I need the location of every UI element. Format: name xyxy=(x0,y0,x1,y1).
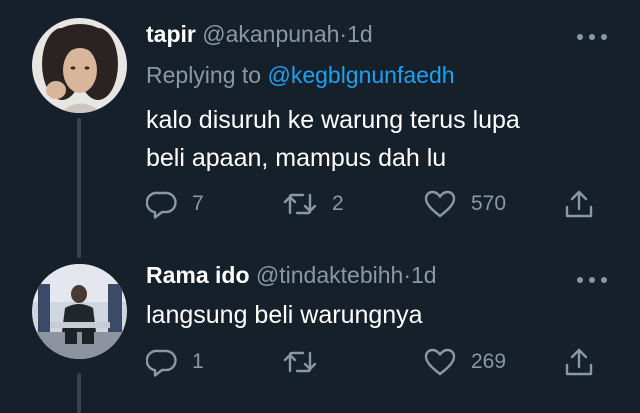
timestamp[interactable]: 1d xyxy=(411,262,437,288)
reply-icon xyxy=(146,346,178,378)
display-name[interactable]: Rama ido xyxy=(146,262,250,288)
tweet-text: kalo disuruh ke warung terus lupa beli a… xyxy=(146,101,616,177)
replying-to-label: Replying to xyxy=(146,62,262,88)
share-button[interactable] xyxy=(563,344,595,380)
user-handle[interactable]: @tindaktebihh xyxy=(256,262,403,288)
reply-button[interactable]: 7 xyxy=(146,186,204,222)
retweet-button[interactable]: 2 xyxy=(282,186,344,222)
tweet-text: langsung beli warungnya xyxy=(146,296,616,334)
like-count: 269 xyxy=(471,350,507,373)
separator-dot: · xyxy=(403,262,411,288)
tweet[interactable]: Rama ido @tindaktebihh·1d langsung beli … xyxy=(0,252,640,413)
share-button[interactable] xyxy=(563,186,595,222)
like-button[interactable]: 269 xyxy=(423,344,506,380)
avatar[interactable] xyxy=(32,18,127,113)
replying-to: Replying to @kegblgnunfaedh xyxy=(146,60,455,90)
reply-icon xyxy=(146,188,178,220)
user-handle[interactable]: @akanpunah xyxy=(202,21,339,47)
like-count: 570 xyxy=(471,192,507,215)
reply-button[interactable]: 1 xyxy=(146,344,204,380)
retweet-count: 2 xyxy=(332,192,344,215)
display-name[interactable]: tapir xyxy=(146,21,196,47)
separator-dot: · xyxy=(339,21,348,47)
action-bar: 1 269 xyxy=(0,344,640,380)
heart-icon xyxy=(423,346,457,378)
like-button[interactable]: 570 xyxy=(423,186,506,222)
share-icon xyxy=(563,346,595,378)
more-icon[interactable] xyxy=(575,29,609,40)
tweet-header: Rama ido @tindaktebihh·1d xyxy=(146,260,437,290)
heart-icon xyxy=(423,188,457,220)
tweet-text-line: langsung beli warungnya xyxy=(146,301,423,329)
share-icon xyxy=(563,188,595,220)
more-icon[interactable] xyxy=(575,272,609,283)
timestamp[interactable]: 1d xyxy=(347,21,373,47)
action-bar: 7 2 570 xyxy=(0,186,640,222)
retweet-icon xyxy=(282,188,318,220)
retweet-icon xyxy=(282,346,318,378)
reply-count: 1 xyxy=(192,350,204,373)
tweet-text-line: beli apaan, mampus dah lu xyxy=(146,144,447,172)
retweet-button[interactable] xyxy=(282,344,332,380)
tweet-text-line: kalo disuruh ke warung terus lupa xyxy=(146,106,520,134)
replying-to-mention[interactable]: @kegblgnunfaedh xyxy=(267,62,454,88)
tweet[interactable]: tapir @akanpunah·1d Replying to @kegblgn… xyxy=(0,0,640,258)
reply-count: 7 xyxy=(192,192,204,215)
tweet-header: tapir @akanpunah·1d xyxy=(146,19,373,49)
